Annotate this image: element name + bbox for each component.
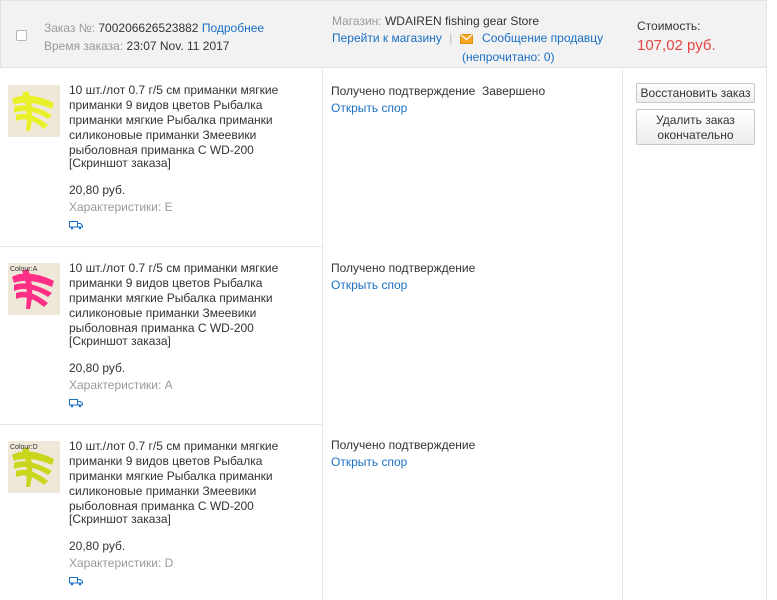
delete-order-label-2: окончательно (657, 128, 734, 142)
cost-value: 107,02 руб. (637, 37, 716, 54)
item-status: Получено подтверждение Открыть спор (331, 260, 476, 294)
unread-count[interactable]: (непрочитано: 0) (462, 50, 555, 64)
cost-label: Стоимость: (637, 19, 701, 33)
order-info: Заказ №: 700206626523882 Подробнее Время… (44, 19, 264, 55)
order-details-link[interactable]: Подробнее (202, 21, 264, 35)
message-seller-link[interactable]: Сообщение продавцу (482, 31, 603, 45)
open-dispute-link[interactable]: Открыть спор (331, 278, 407, 292)
item-status-text: Получено подтверждение (331, 261, 476, 275)
order-cost: Стоимость: 107,02 руб. (637, 19, 716, 54)
list-item: Colour:A 10 шт./лот 0.7 г/5 см приманки … (0, 247, 322, 424)
order-screenshot-link[interactable]: [Скриншот заказа] (69, 334, 171, 348)
item-price: 20,80 руб. (69, 183, 126, 197)
envelope-icon (459, 32, 473, 49)
order-header: Заказ №: 700206626523882 Подробнее Время… (0, 0, 767, 68)
store-name: WDAIREN fishing gear Store (384, 14, 540, 28)
product-title[interactable]: 10 шт./лот 0.7 г/5 см приманки мягкие пр… (69, 261, 319, 336)
item-status: Получено подтверждение Открыть спор (331, 83, 476, 117)
product-thumbnail[interactable]: Colour:A (8, 263, 60, 315)
delete-order-button[interactable]: Удалить заказ окончательно (636, 109, 755, 145)
column-divider (766, 69, 767, 600)
store-label: Магазин: (332, 14, 382, 28)
item-price: 20,80 руб. (69, 361, 126, 375)
column-divider (322, 69, 323, 600)
item-attributes: Характеристики: E (69, 200, 173, 214)
list-item: Colour:D 10 шт./лот 0.7 г/5 см приманки … (0, 425, 322, 600)
list-item: 10 шт./лот 0.7 г/5 см приманки мягкие пр… (0, 69, 322, 246)
item-attributes: Характеристики: A (69, 378, 173, 392)
product-thumbnail[interactable] (8, 85, 60, 137)
order-number: 700206626523882 (98, 21, 199, 35)
product-thumbnail[interactable]: Colour:D (8, 441, 60, 493)
item-attributes: Характеристики: D (69, 556, 174, 570)
shipping-truck-icon[interactable] (69, 397, 83, 411)
thumb-color-label: Colour:D (10, 444, 38, 451)
delete-order-label-1: Удалить заказ (656, 113, 735, 127)
item-status-text: Получено подтверждение (331, 438, 476, 452)
order-number-label: Заказ №: (44, 21, 96, 35)
product-title[interactable]: 10 шт./лот 0.7 г/5 см приманки мягкие пр… (69, 439, 319, 514)
restore-order-button[interactable]: Восстановить заказ (636, 83, 755, 103)
shipping-truck-icon[interactable] (69, 219, 83, 233)
open-dispute-link[interactable]: Открыть спор (331, 101, 407, 115)
store-info: Магазин: WDAIREN fishing gear Store Пере… (332, 13, 603, 66)
order-time: 23:07 Nov. 11 2017 (126, 39, 230, 53)
column-divider (622, 69, 623, 600)
item-price: 20,80 руб. (69, 539, 126, 553)
open-dispute-link[interactable]: Открыть спор (331, 455, 407, 469)
separator: | (449, 31, 453, 45)
order-screenshot-link[interactable]: [Скриншот заказа] (69, 512, 171, 526)
order-status: Завершено (482, 84, 546, 98)
item-status: Получено подтверждение Открыть спор (331, 437, 476, 471)
order-checkbox[interactable] (16, 30, 27, 41)
thumb-color-label: Colour:A (10, 266, 38, 273)
product-title[interactable]: 10 шт./лот 0.7 г/5 см приманки мягкие пр… (69, 83, 319, 158)
order-screenshot-link[interactable]: [Скриншот заказа] (69, 156, 171, 170)
shipping-truck-icon[interactable] (69, 575, 83, 589)
order-time-label: Время заказа: (44, 39, 124, 53)
item-status-text: Получено подтверждение (331, 84, 476, 98)
go-to-store-link[interactable]: Перейти к магазину (332, 31, 442, 45)
